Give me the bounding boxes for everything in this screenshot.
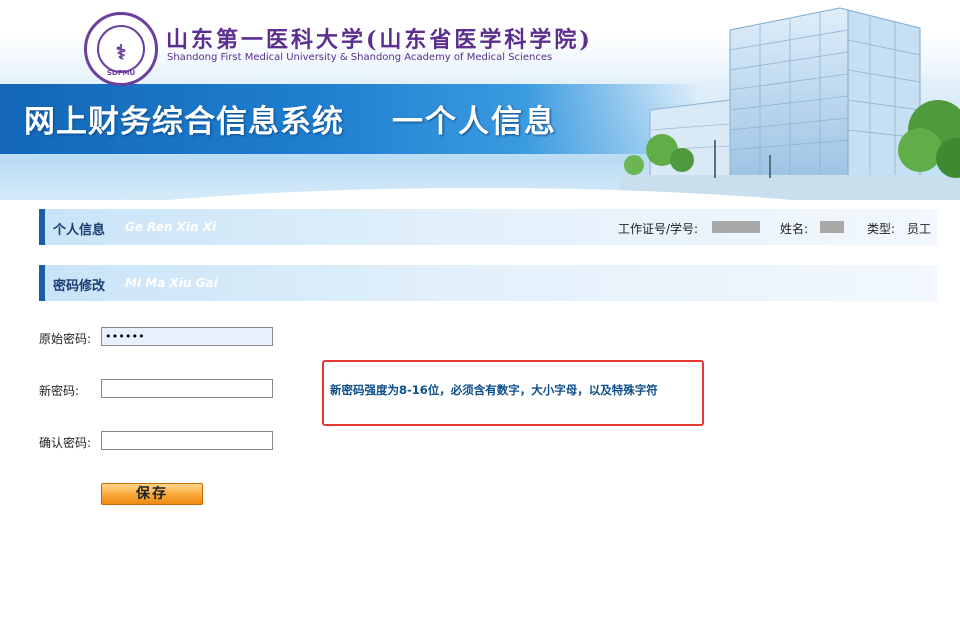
university-name-en: Shandong First Medical University & Shan… [167, 52, 553, 63]
name-value-redacted [820, 221, 844, 233]
university-name-cn: 山东第一医科大学(山东省医学科学院) [166, 27, 593, 53]
personal-info-title: 个人信息 [53, 223, 106, 238]
old-password-input[interactable] [101, 327, 273, 346]
confirm-password-label: 确认密码: [39, 436, 92, 450]
name-label: 姓名: [780, 222, 809, 236]
confirm-password-input[interactable] [101, 431, 273, 450]
campus-building-image [620, 0, 960, 200]
personal-info-pinyin: Ge Ren Xin Xi [125, 220, 217, 234]
caduceus-icon: ⚕ [115, 40, 127, 64]
password-change-header: 密码修改 Mi Ma Xiu Gai [39, 265, 937, 301]
page-title: 一个人信息 [392, 104, 557, 140]
new-password-label: 新密码: [39, 384, 80, 398]
logo-inner-ring: ⚕ [97, 25, 145, 73]
type-label: 类型: [867, 222, 896, 236]
header-banner: ⚕ SDFMU 山东第一医科大学(山东省医学科学院) Shandong Firs… [0, 0, 960, 200]
system-title: 网上财务综合信息系统 [24, 104, 344, 140]
new-password-input[interactable] [101, 379, 273, 398]
password-change-pinyin: Mi Ma Xiu Gai [125, 276, 218, 290]
old-password-label: 原始密码: [39, 332, 92, 346]
password-rule-text: 新密码强度为8-16位，必须含有数字，大小字母，以及特殊字符 [330, 383, 658, 397]
id-label: 工作证号/学号: [618, 222, 699, 236]
id-value-redacted [712, 221, 760, 233]
logo-abbr: SDFMU [106, 69, 136, 77]
save-button[interactable]: 保存 [101, 483, 203, 505]
university-logo: ⚕ SDFMU [84, 12, 158, 86]
type-value: 员工 [907, 222, 932, 236]
password-rule-notice: 新密码强度为8-16位，必须含有数字，大小字母，以及特殊字符 [322, 360, 704, 426]
password-change-title: 密码修改 [53, 279, 106, 294]
